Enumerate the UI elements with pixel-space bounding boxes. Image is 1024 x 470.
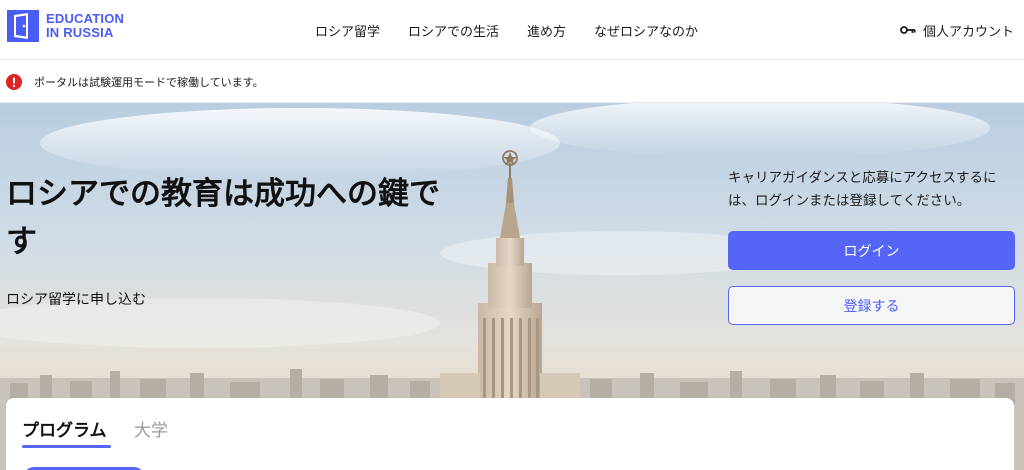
tab-universities[interactable]: 大学 [134, 416, 168, 441]
account-label: 個人アカウント [922, 24, 1014, 40]
hero-title: ロシアでの教育は成功への鍵です [6, 176, 440, 260]
tab-programs[interactable]: プログラム [22, 416, 107, 441]
logo-text: EDUCATION IN RUSSIA [46, 12, 124, 40]
auth-prompt-text: キャリアガイダンスと応募にアクセスするには、ログインまたは登録してください。 [728, 170, 997, 209]
hero-apply-link[interactable]: ロシア留学に申し込む [6, 289, 146, 309]
main-nav: ロシア留学 ロシアでの生活 進め方 なぜロシアなのか [315, 0, 726, 60]
alert-text: ポータルは試験運用モードで稼働しています。 [34, 75, 264, 89]
login-button[interactable]: ログイン [728, 231, 1015, 270]
logo-line-1: EDUCATION [46, 11, 125, 26]
site-logo[interactable]: EDUCATION IN RUSSIA [6, 9, 124, 43]
personal-account-link[interactable]: 個人アカウント [900, 0, 1014, 60]
nav-life-in-russia[interactable]: ロシアでの生活 [408, 21, 499, 40]
logo-line-2: IN RUSSIA [46, 25, 114, 40]
nav-why-russia[interactable]: なぜロシアなのか [594, 21, 698, 40]
active-tab-indicator [22, 445, 111, 448]
door-logo-icon [7, 10, 39, 42]
nav-study-in-russia[interactable]: ロシア留学 [315, 21, 380, 40]
search-card: プログラム 大学 [6, 398, 1014, 470]
site-header: EDUCATION IN RUSSIA ロシア留学 ロシアでの生活 進め方 なぜ… [0, 0, 1024, 60]
pilot-mode-alert: ポータルは試験運用モードで稼働しています。 [0, 61, 1024, 103]
key-icon [900, 26, 916, 34]
error-icon [6, 73, 22, 90]
register-button[interactable]: 登録する [728, 286, 1015, 325]
nav-how-to-proceed[interactable]: 進め方 [527, 21, 566, 40]
